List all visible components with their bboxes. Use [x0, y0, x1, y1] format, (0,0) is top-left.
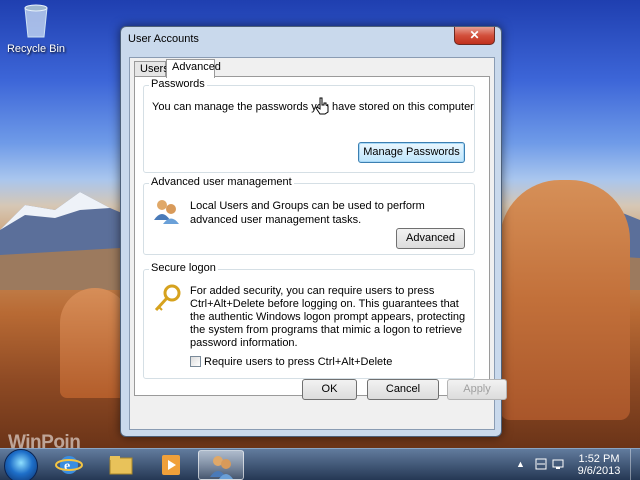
secure-logon-heading: Secure logon: [149, 262, 218, 274]
apply-button[interactable]: Apply: [447, 379, 507, 400]
taskbar-media-player[interactable]: [154, 450, 188, 480]
show-desktop-button[interactable]: [630, 449, 640, 480]
passwords-group: Passwords You can manage the passwords y…: [143, 78, 475, 173]
tab-advanced[interactable]: Advanced: [166, 59, 221, 78]
taskbar-internet-explorer[interactable]: e: [52, 450, 86, 480]
clock-date: 9/6/2013: [577, 465, 621, 477]
action-center-icon[interactable]: [534, 458, 548, 470]
window-title: User Accounts: [128, 33, 199, 45]
show-hidden-icons-button[interactable]: ▲: [516, 459, 525, 469]
dialog-client: Users Advanced Passwords You can manage …: [129, 57, 495, 430]
ok-button[interactable]: OK: [302, 379, 357, 400]
svg-text:e: e: [64, 459, 70, 474]
require-ctrl-alt-delete-checkbox[interactable]: Require users to press Ctrl+Alt+Delete: [190, 356, 392, 368]
close-icon: ✕: [469, 28, 480, 42]
users-group-icon: [154, 200, 179, 224]
passwords-description: You can manage the passwords you have st…: [152, 101, 474, 113]
folder-icon: [109, 456, 133, 475]
advanced-tab-panel: Passwords You can manage the passwords y…: [134, 76, 490, 396]
advanced-management-description: Local Users and Groups can be used to pe…: [190, 200, 425, 226]
checkbox-label: Require users to press Ctrl+Alt+Delete: [204, 356, 393, 368]
user-accounts-icon: [210, 456, 233, 479]
manage-passwords-button[interactable]: Manage Passwords: [358, 142, 465, 163]
secure-logon-group: Secure logon For added security, you can…: [143, 262, 475, 379]
passwords-heading: Passwords: [149, 78, 207, 90]
cancel-button[interactable]: Cancel: [367, 379, 439, 400]
secure-logon-description: For added security, you can require user…: [190, 285, 466, 349]
close-button[interactable]: ✕: [454, 27, 495, 45]
system-clock[interactable]: 1:52 PM 9/6/2013: [570, 453, 628, 477]
tab-users[interactable]: Users: [134, 61, 169, 77]
advanced-management-heading: Advanced user management: [149, 176, 294, 188]
taskbar-user-accounts[interactable]: [198, 450, 244, 480]
key-icon: [154, 284, 181, 312]
recycle-bin-label: Recycle Bin: [6, 43, 66, 55]
internet-explorer-icon: e: [55, 456, 83, 474]
recycle-bin-icon: [24, 4, 48, 38]
taskbar-windows-explorer[interactable]: [104, 450, 138, 480]
network-icon[interactable]: [551, 458, 565, 470]
recycle-bin-shortcut[interactable]: Recycle Bin: [6, 4, 66, 55]
title-bar[interactable]: User Accounts ✕: [121, 27, 501, 51]
advanced-button[interactable]: Advanced: [396, 228, 465, 249]
clock-time: 1:52 PM: [578, 453, 620, 465]
user-accounts-dialog: User Accounts ✕ Users Advanced Passwords…: [120, 26, 507, 437]
media-player-icon: [162, 455, 180, 475]
hand-cursor-icon: [315, 97, 329, 115]
checkbox-box[interactable]: [190, 356, 201, 367]
advanced-management-group: Advanced user management Local Users and…: [143, 176, 475, 255]
taskbar: e ▲ 1:52 PM 9/6/2013: [0, 448, 640, 480]
rock-arch: [500, 180, 630, 420]
start-button[interactable]: [4, 449, 38, 480]
